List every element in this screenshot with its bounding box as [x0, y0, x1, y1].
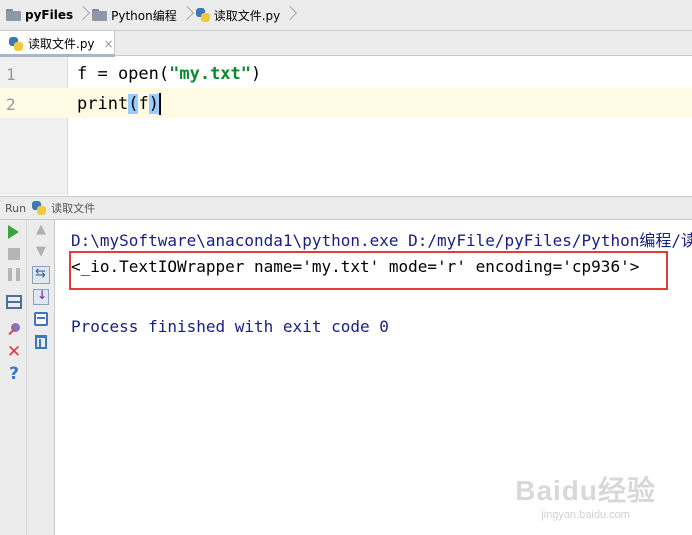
watermark-logo: Baidu经验 — [515, 475, 656, 506]
breadcrumb-pyfiles[interactable]: pyFiles — [6, 0, 73, 30]
breadcrumb-file[interactable]: 读取文件.py — [195, 0, 281, 30]
breadcrumb-label: Python编程 — [111, 8, 177, 23]
print-icon — [34, 312, 48, 326]
console-command-line: D:\mySoftware\anaconda1\python.exe D:/my… — [71, 231, 692, 250]
console-output-line: <_io.TextIOWrapper name='my.txt' mode='r… — [71, 257, 640, 276]
breadcrumb-python-folder[interactable]: Python编程 — [92, 0, 177, 30]
code-text: print — [77, 94, 129, 114]
tab-close-icon[interactable]: × — [104, 38, 114, 50]
arrow-up-icon[interactable]: ▲ — [32, 221, 50, 239]
code-text: ) — [251, 64, 262, 84]
trash-icon — [35, 335, 47, 349]
console-exit-line: Process finished with exit code 0 — [71, 317, 389, 336]
help-icon[interactable]: ? — [5, 365, 23, 383]
matched-brace: ( — [128, 94, 139, 114]
soft-wrap-icon — [32, 266, 50, 284]
python-file-icon — [9, 36, 23, 51]
print-button[interactable] — [32, 310, 50, 328]
clear-all-button[interactable] — [32, 332, 50, 350]
stop-button[interactable] — [5, 245, 23, 263]
scroll-to-end-icon — [33, 288, 49, 305]
pause-icon — [8, 268, 20, 281]
soft-wrap-button[interactable] — [32, 266, 50, 284]
breadcrumb-label: pyFiles — [25, 8, 74, 22]
run-config-tab[interactable]: 读取文件 — [51, 200, 95, 216]
close-icon[interactable]: ✕ — [5, 343, 23, 361]
breadcrumb-separator — [182, 0, 192, 30]
matched-brace: ) — [148, 94, 159, 114]
python-file-icon — [32, 201, 47, 215]
play-icon — [8, 225, 19, 239]
run-panel-header: Run 读取文件 — [0, 196, 692, 220]
run-toolbar-secondary: ▲ ▼ — [27, 220, 55, 535]
run-panel-title: Run — [5, 201, 27, 215]
arrow-down-icon[interactable]: ▼ — [32, 243, 50, 261]
stop-icon — [8, 248, 20, 260]
navigation-bar: pyFiles Python编程 读取文件.py — [0, 0, 692, 31]
tab-read-file[interactable]: 读取文件.py × — [0, 31, 115, 57]
rerun-button[interactable] — [5, 223, 23, 241]
code-line-1[interactable]: f = open("my.txt") — [77, 64, 261, 84]
line-number: 1 — [6, 65, 16, 84]
python-file-icon — [195, 8, 210, 22]
text-caret — [158, 93, 161, 115]
breadcrumb-label: 读取文件.py — [213, 8, 281, 23]
scroll-to-end-button[interactable] — [32, 288, 50, 306]
tab-label: 读取文件.py — [28, 37, 95, 51]
baidu-watermark: Baidu经验 jingyan.baidu.com — [515, 469, 656, 521]
code-editor[interactable]: 1 2 f = open("my.txt") print(f) — [0, 57, 692, 195]
editor-tab-bar: 读取文件.py × — [0, 31, 692, 57]
breadcrumb-separator — [78, 0, 88, 30]
folder-icon — [92, 9, 108, 21]
code-text: f — [138, 94, 149, 114]
pause-button[interactable] — [5, 266, 23, 284]
restore-layout-button[interactable] — [5, 293, 23, 311]
string-literal: "my.txt" — [169, 64, 252, 84]
pin-tab-button[interactable] — [5, 321, 23, 339]
breadcrumb-separator — [285, 0, 295, 30]
pin-icon — [7, 323, 22, 338]
line-number: 2 — [6, 95, 16, 114]
code-text: f = open( — [77, 64, 170, 84]
run-toolbar-primary: ✕ ? — [0, 220, 27, 535]
folder-icon — [6, 9, 21, 21]
watermark-url: jingyan.baidu.com — [541, 509, 630, 521]
code-line-2[interactable]: print(f) — [77, 93, 161, 115]
layout-icon — [6, 295, 22, 309]
line-number-gutter: 1 2 — [0, 57, 68, 195]
